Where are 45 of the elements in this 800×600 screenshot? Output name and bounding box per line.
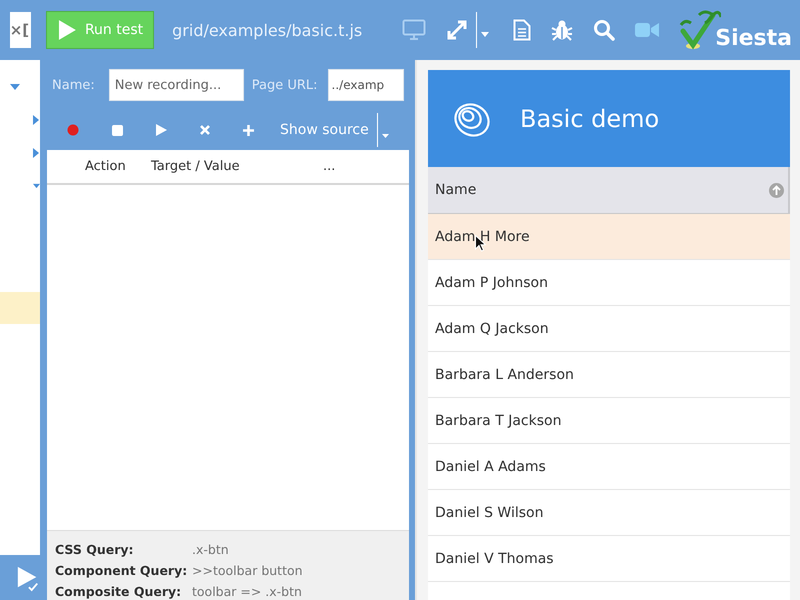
logo-text: Siesta xyxy=(715,26,792,51)
query-value: toolbar => .x-btn xyxy=(192,584,302,599)
play-icon[interactable] xyxy=(156,124,167,136)
page-url-label: Page URL: xyxy=(252,78,318,92)
column-header[interactable]: ... xyxy=(323,159,336,174)
query-value: >>toolbar button xyxy=(192,563,303,578)
record-icon[interactable] xyxy=(67,124,79,136)
close-icon[interactable] xyxy=(200,125,210,135)
monitor-icon[interactable] xyxy=(402,19,426,41)
grid-row[interactable]: Daniel V Thomas xyxy=(428,536,790,582)
grid-row[interactable]: Daniel A Adams xyxy=(428,444,790,490)
test-path: grid/examples/basic.t.js xyxy=(172,20,362,40)
grid-row[interactable]: Barbara L Anderson xyxy=(428,352,790,398)
expand-arrow-icon[interactable] xyxy=(10,84,20,90)
column-header[interactable]: Action xyxy=(85,159,151,174)
plus-icon[interactable] xyxy=(243,124,254,136)
expand-icon[interactable] xyxy=(446,19,468,41)
collapse-arrow-icon[interactable] xyxy=(33,148,39,158)
video-camera-icon[interactable] xyxy=(635,22,660,38)
query-label: Component Query: xyxy=(55,563,188,578)
name-label: Name: xyxy=(52,78,95,92)
query-label: CSS Query: xyxy=(55,542,135,557)
grid-row[interactable]: Daniel S Wilson xyxy=(428,490,790,536)
bug-icon[interactable] xyxy=(551,19,574,41)
tab[interactable]: ×[ xyxy=(10,12,32,48)
grid-row[interactable]: Barbara T Jackson xyxy=(428,398,790,444)
query-label: Composite Query: xyxy=(55,584,182,599)
search-icon[interactable] xyxy=(593,19,616,41)
caret-icon[interactable] xyxy=(481,32,490,36)
demo-title: Basic demo xyxy=(520,104,660,132)
document-icon[interactable] xyxy=(513,19,532,41)
query-value: .x-btn xyxy=(192,542,229,557)
grid-row[interactable]: Adam P Johnson xyxy=(428,260,790,306)
column-header[interactable]: Target / Value xyxy=(151,159,323,174)
expand-arrow-icon[interactable] xyxy=(33,182,40,188)
name-column-header[interactable]: Name xyxy=(428,167,790,214)
grid-row[interactable]: Adam Q Jackson xyxy=(428,306,790,352)
grid-row[interactable]: Adam H More xyxy=(428,214,790,260)
stop-icon[interactable] xyxy=(112,124,123,136)
sort-up-icon[interactable] xyxy=(769,182,784,198)
name-field[interactable]: New recording... xyxy=(108,69,244,101)
collapse-arrow-icon[interactable] xyxy=(33,114,39,124)
caret-icon[interactable] xyxy=(382,134,389,138)
play-icon xyxy=(57,19,77,41)
page-url-field[interactable]: ../examp xyxy=(328,69,404,101)
